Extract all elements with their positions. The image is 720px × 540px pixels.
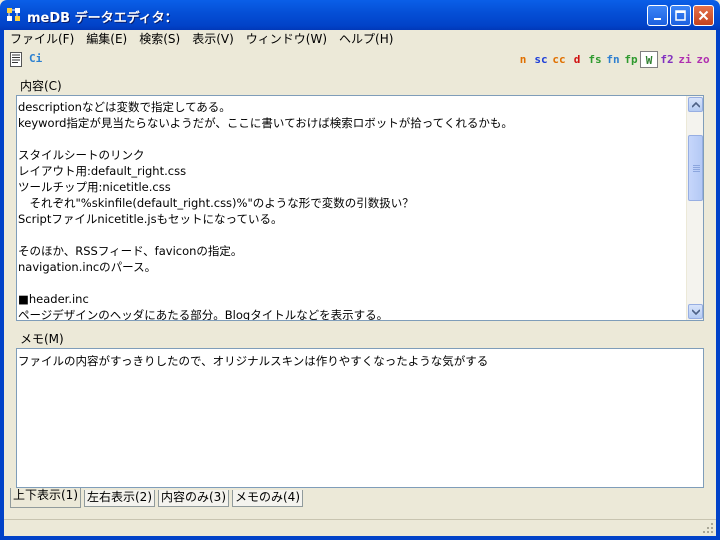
content-line [18,227,686,243]
menu-bar: ファイル(F) 編集(E) 検索(S) 表示(V) ウィンドウ(W) ヘルプ(H… [4,30,716,49]
content-line: descriptionなどは変数で指定してある。 [18,100,231,114]
resize-grip-icon[interactable] [702,522,714,534]
tool-sc-button[interactable]: sc [532,51,550,68]
window-frame-left [0,30,4,540]
content-line: keyword指定が見当たらないようだが、ここに書いておけば検索ロボットが拾って… [18,116,513,130]
content-line [18,131,686,147]
menu-search[interactable]: 検索(S) [133,30,186,49]
minimize-icon [653,17,661,20]
content-line: それぞれ"%skinfile(default_right.css)%"のような形… [18,196,414,210]
arrow-up-icon [691,101,700,108]
content-label: 内容(C) [20,79,62,93]
content-line: Scriptファイルnicetitle.jsもセットになっている。 [18,212,283,226]
menu-view[interactable]: 表示(V) [186,30,240,49]
tab-memo-only[interactable]: メモのみ(4) [232,490,303,507]
content-line: ■header.inc [18,292,89,306]
menu-edit[interactable]: 編集(E) [80,30,133,49]
tab-vertical-split[interactable]: 上下表示(1) [10,488,81,508]
view-tabs: 上下表示(1) 左右表示(2) 内容のみ(3) メモのみ(4) [10,488,306,510]
content-line: レイアウト用:default_right.css [18,164,187,178]
app-icon[interactable] [6,7,22,23]
window-frame-bottom [0,536,720,540]
minimize-button[interactable] [647,5,668,26]
scroll-up-button[interactable] [688,97,703,112]
memo-text[interactable]: ファイルの内容がすっきりしたので、オリジナルスキンは作りやすくなったような気がす… [18,353,701,487]
tool-n-button[interactable]: n [514,51,532,68]
maximize-icon [675,10,686,21]
maximize-button[interactable] [670,5,691,26]
content-line: ページデザインのヘッダにあたる部分。Blogタイトルなどを表示する。 [18,308,389,320]
tool-fn-button[interactable]: fn [604,51,622,68]
title-bar[interactable]: meDB データエディタ： [0,0,720,30]
menu-window[interactable]: ウィンドウ(W) [240,30,333,49]
tab-horizontal-split[interactable]: 左右表示(2) [84,490,155,507]
memo-textarea[interactable]: ファイルの内容がすっきりしたので、オリジナルスキンは作りやすくなったような気がす… [16,348,704,488]
ci-button[interactable]: Ci [29,52,42,65]
status-bar [4,519,716,536]
content-vertical-scrollbar[interactable] [686,96,703,320]
content-text[interactable]: descriptionなどは変数で指定してある。 keyword指定が見当たらな… [18,99,686,320]
content-line: ツールチップ用:nicetitle.css [18,180,171,194]
menu-help[interactable]: ヘルプ(H) [333,30,399,49]
content-line: スタイルシートのリンク [18,148,145,162]
close-button[interactable] [693,5,714,26]
tab-content-only[interactable]: 内容のみ(3) [158,490,229,507]
document-icon[interactable] [10,52,22,67]
memo-label: メモ(M) [20,332,64,346]
tool-w-button[interactable]: W [640,51,658,68]
content-line: navigation.incのパース。 [18,260,157,274]
tool-f2-button[interactable]: f2 [658,51,676,68]
tool-fs-button[interactable]: fs [586,51,604,68]
scroll-thumb[interactable] [688,135,703,201]
scroll-down-button[interactable] [688,304,703,319]
tool-fp-button[interactable]: fp [622,51,640,68]
content-textarea[interactable]: descriptionなどは変数で指定してある。 keyword指定が見当たらな… [16,95,704,321]
menu-file[interactable]: ファイル(F) [4,30,80,49]
content-line: そのほか、RSSフィード、faviconの指定。 [18,244,243,258]
window-frame-right [716,30,720,540]
content-line [18,275,686,291]
tool-zo-button[interactable]: zo [694,51,712,68]
tool-zi-button[interactable]: zi [676,51,694,68]
window-title: meDB データエディタ： [27,11,178,26]
tool-cc-button[interactable]: cc [550,51,568,68]
tool-buttons: n sc cc d fs fn fp W f2 zi zo [514,51,712,68]
pane-splitter[interactable] [4,323,716,327]
arrow-down-icon [691,308,700,315]
close-icon [698,10,709,21]
toolbar: Ci n sc cc d fs fn fp W f2 zi zo [4,49,716,71]
memo-line: ファイルの内容がすっきりしたので、オリジナルスキンは作りやすくなったような気がす… [18,354,489,368]
tool-d-button[interactable]: d [568,51,586,68]
